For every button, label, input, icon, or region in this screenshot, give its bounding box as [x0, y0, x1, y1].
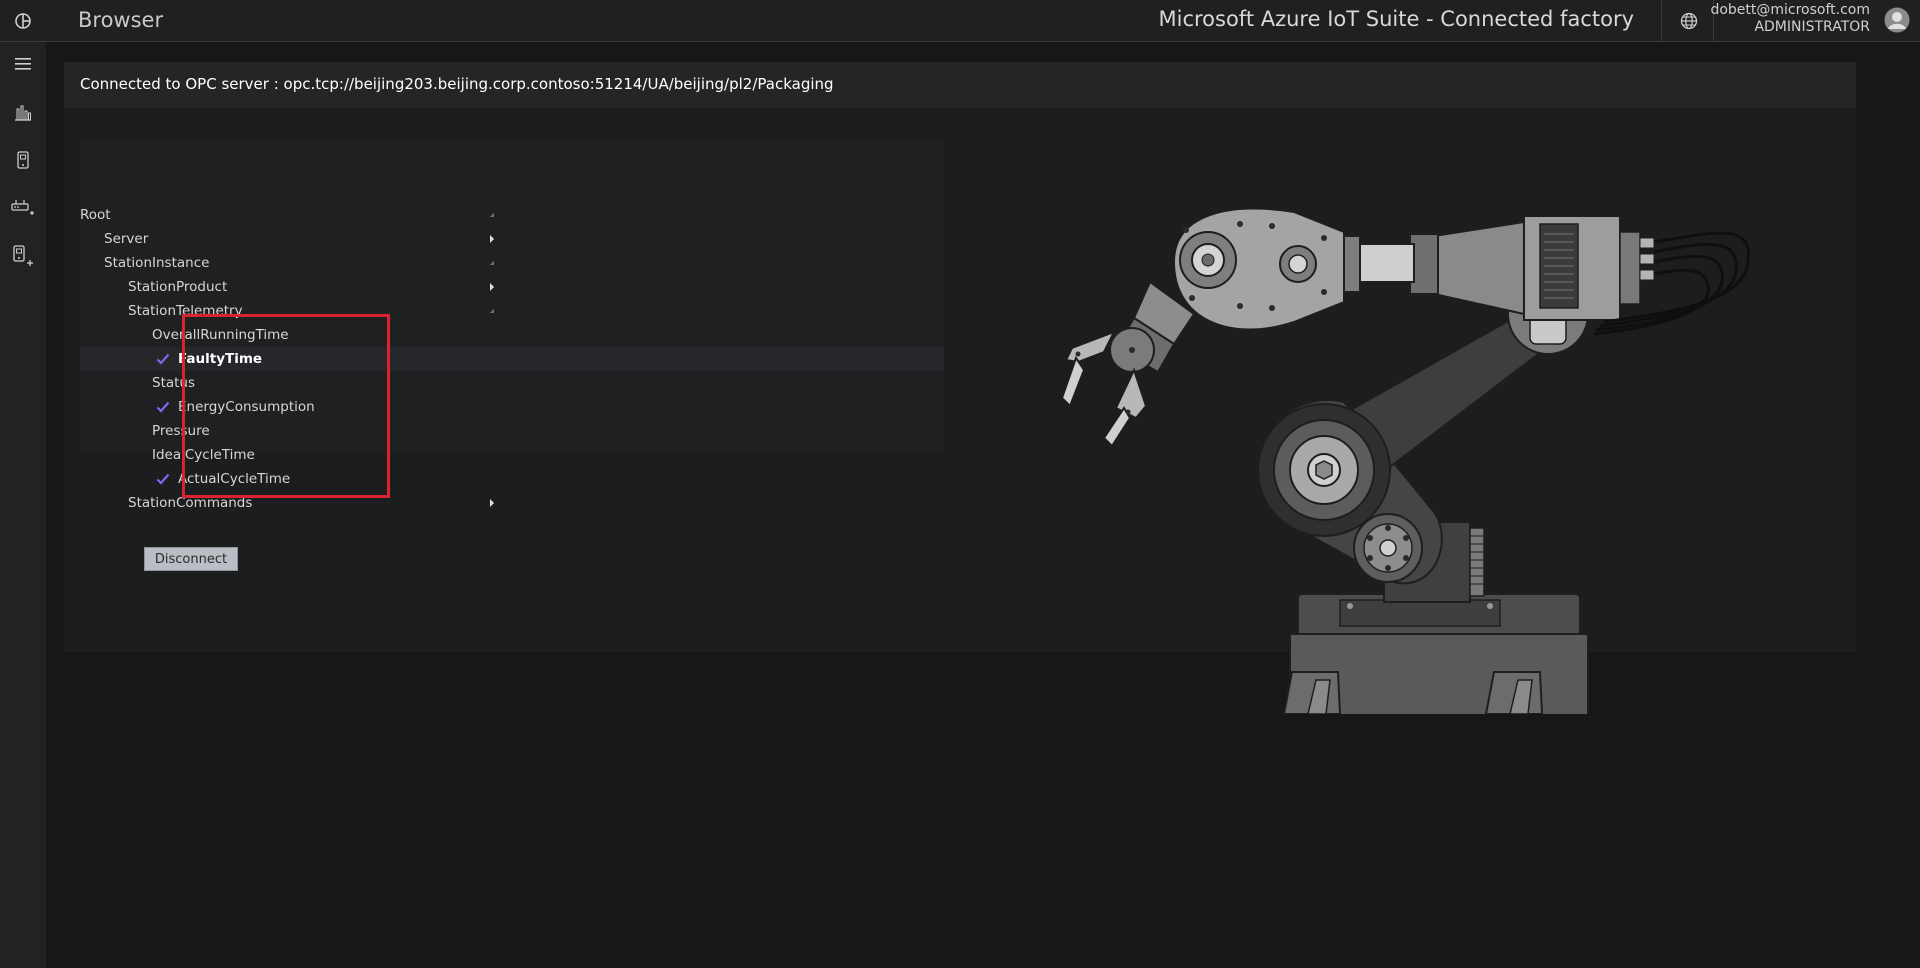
azure-iot-logo-icon — [15, 13, 31, 29]
top-header: Browser Microsoft Azure IoT Suite - Conn… — [0, 0, 1920, 42]
tree-node-stationproduct[interactable]: StationProduct — [80, 275, 944, 299]
suite-title: Microsoft Azure IoT Suite - Connected fa… — [1158, 7, 1634, 31]
add-device-nav-button[interactable] — [0, 236, 46, 276]
tree-node-stationinstance[interactable]: StationInstance — [80, 251, 944, 275]
expand-icon[interactable] — [486, 491, 498, 515]
globe-icon — [1680, 12, 1698, 30]
disconnect-button[interactable]: Disconnect — [144, 547, 238, 571]
add-gateway-icon — [11, 200, 34, 215]
header-divider — [1661, 0, 1662, 42]
page-title: Browser — [78, 8, 164, 32]
tree-node-label: Root — [80, 207, 111, 223]
tree-node-label: Server — [104, 231, 149, 247]
add-device-icon — [13, 245, 33, 266]
user-info[interactable]: dobett@microsoft.com ADMINISTRATOR — [1710, 2, 1870, 36]
checkmark-icon — [156, 353, 170, 365]
user-role: ADMINISTRATOR — [1754, 19, 1870, 35]
connection-status: Connected to OPC server : opc.tcp://beij… — [80, 75, 834, 93]
menu-button[interactable] — [0, 44, 46, 84]
bar-chart-icon — [15, 105, 31, 121]
language-button[interactable] — [1666, 0, 1712, 42]
checkmark-icon — [156, 473, 170, 485]
collapse-icon[interactable] — [486, 299, 498, 323]
annotation-highlight-box — [182, 314, 390, 498]
user-email: dobett@microsoft.com — [1710, 2, 1870, 18]
expand-icon[interactable] — [486, 227, 498, 251]
robot-arm-illustration — [1060, 207, 1751, 714]
left-navigation — [0, 42, 46, 968]
browser-nav-button[interactable] — [0, 140, 46, 180]
tree-node-server[interactable]: Server — [80, 227, 944, 251]
connection-header: Connected to OPC server : opc.tcp://beij… — [64, 62, 1856, 108]
device-icon — [17, 151, 29, 169]
dashboard-nav-button[interactable] — [0, 92, 46, 132]
tree-node-label: StationProduct — [128, 279, 228, 295]
tree-node-root[interactable]: Root — [80, 203, 944, 227]
expand-icon[interactable] — [486, 275, 498, 299]
hamburger-menu-icon — [15, 58, 31, 70]
browser-panel: Connected to OPC server : opc.tcp://beij… — [64, 62, 1856, 714]
tree-node-label: StationInstance — [104, 255, 210, 271]
collapse-icon[interactable] — [486, 203, 498, 227]
app-logo[interactable] — [0, 0, 46, 42]
user-avatar-icon[interactable] — [1884, 7, 1910, 33]
add-gateway-nav-button[interactable] — [0, 188, 46, 228]
collapse-icon[interactable] — [486, 251, 498, 275]
checkmark-icon — [156, 401, 170, 413]
